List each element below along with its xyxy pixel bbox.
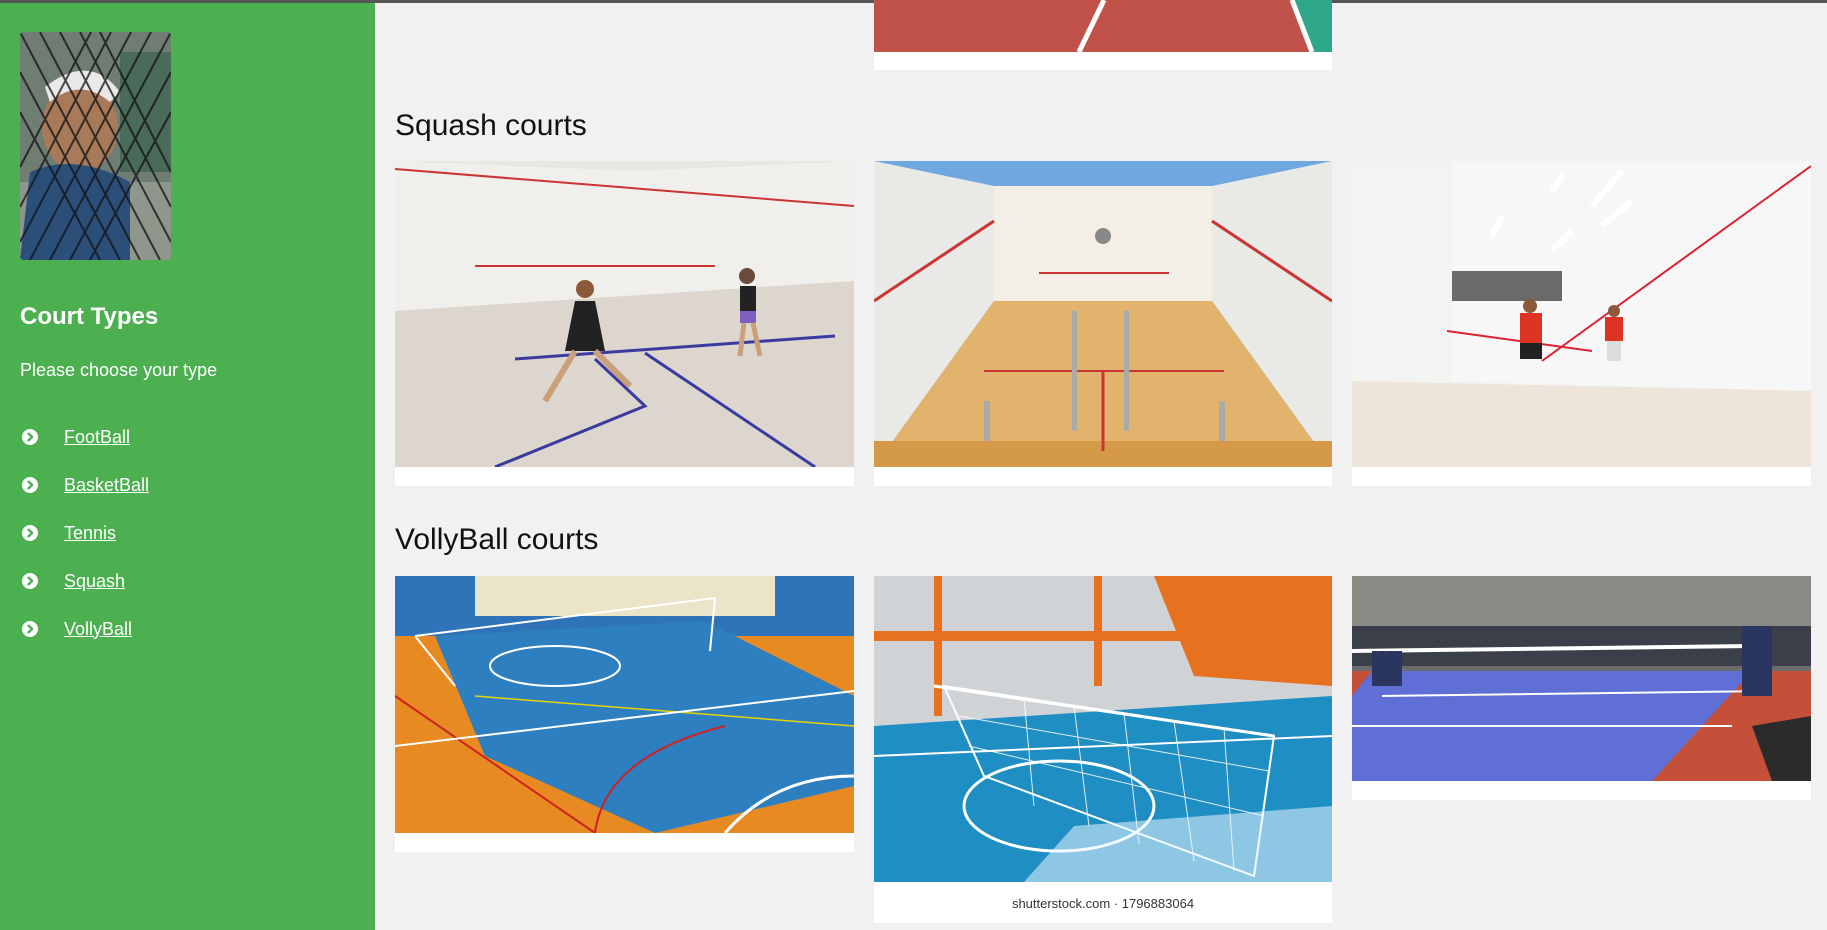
tennis-court-image: [874, 0, 1332, 52]
chevron-circle-right-icon: [20, 619, 64, 639]
squash-court-image: [874, 161, 1332, 467]
volleyball-court-image: [1352, 576, 1811, 781]
court-card-volleyball-3: [1352, 576, 1811, 800]
chevron-circle-right-icon: [20, 427, 64, 447]
squash-court-image: [1352, 161, 1811, 467]
avatar: [20, 32, 171, 260]
sidebar-title: Court Types: [20, 303, 159, 330]
sidebar: Court Types Please choose your type Foot…: [0, 3, 375, 930]
nav-item-basketball: BasketBall: [20, 461, 149, 509]
chevron-circle-right-icon: [20, 523, 64, 543]
court-card-volleyball-2: shutterstock.com · 1796883064: [874, 576, 1332, 923]
court-type-nav: FootBall BasketBall Tennis Squash VollyB…: [20, 413, 149, 653]
nav-link-squash[interactable]: Squash: [64, 571, 125, 592]
section-title-volleyball: VollyBall courts: [395, 523, 599, 556]
image-watermark-caption: shutterstock.com · 1796883064: [1011, 895, 1195, 911]
player-photo-icon: [20, 32, 171, 260]
court-card-squash-2: [874, 161, 1332, 486]
chevron-circle-right-icon: [20, 571, 64, 591]
court-card-volleyball-1: [395, 576, 854, 852]
court-card-tennis-partial: [874, 0, 1332, 70]
section-title-squash: Squash courts: [395, 109, 587, 142]
chevron-circle-right-icon: [20, 475, 64, 495]
nav-link-football[interactable]: FootBall: [64, 427, 130, 448]
nav-link-volleyball[interactable]: VollyBall: [64, 619, 132, 640]
nav-item-squash: Squash: [20, 557, 149, 605]
court-card-squash-3: [1352, 161, 1811, 486]
nav-item-volleyball: VollyBall: [20, 605, 149, 653]
volleyball-court-image: [874, 576, 1332, 882]
nav-item-football: FootBall: [20, 413, 149, 461]
court-card-squash-1: [395, 161, 854, 486]
nav-link-tennis[interactable]: Tennis: [64, 523, 116, 544]
nav-link-basketball[interactable]: BasketBall: [64, 475, 149, 496]
main-content: Squash courts VollyBall courts shutterst…: [375, 0, 1827, 930]
volleyball-court-image: [395, 576, 854, 833]
squash-court-image: [395, 161, 854, 467]
sidebar-subtitle: Please choose your type: [20, 360, 218, 380]
nav-item-tennis: Tennis: [20, 509, 149, 557]
